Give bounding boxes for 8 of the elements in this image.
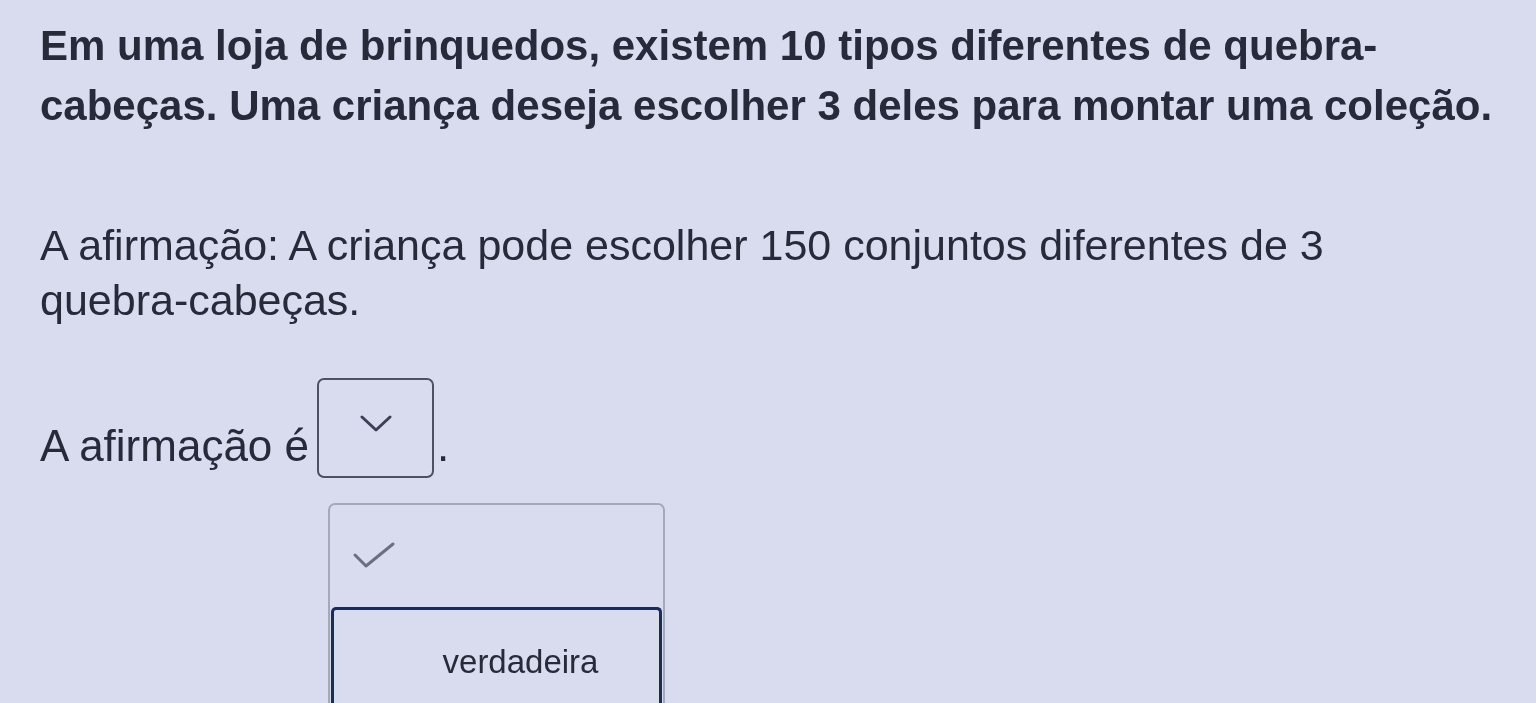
dropdown-option[interactable]: verdadeira xyxy=(331,607,662,703)
period-text: . xyxy=(437,424,450,472)
chevron-down-icon xyxy=(359,415,392,432)
question-text: Em uma loja de brinquedos, existem 10 tipos diferentes de quebra-cabeças. Uma criança deseja escolher 3 deles para montar uma coleção. xyxy=(40,21,1494,131)
question-text: A afirmação: A criança pode escolher 150 conjuntos diferentes de 3 quebra-cabeças. xyxy=(40,220,1325,326)
answer-dropdown[interactable] xyxy=(317,378,435,478)
prompt-text: A afirmação é xyxy=(40,424,310,472)
check-icon xyxy=(352,541,396,569)
